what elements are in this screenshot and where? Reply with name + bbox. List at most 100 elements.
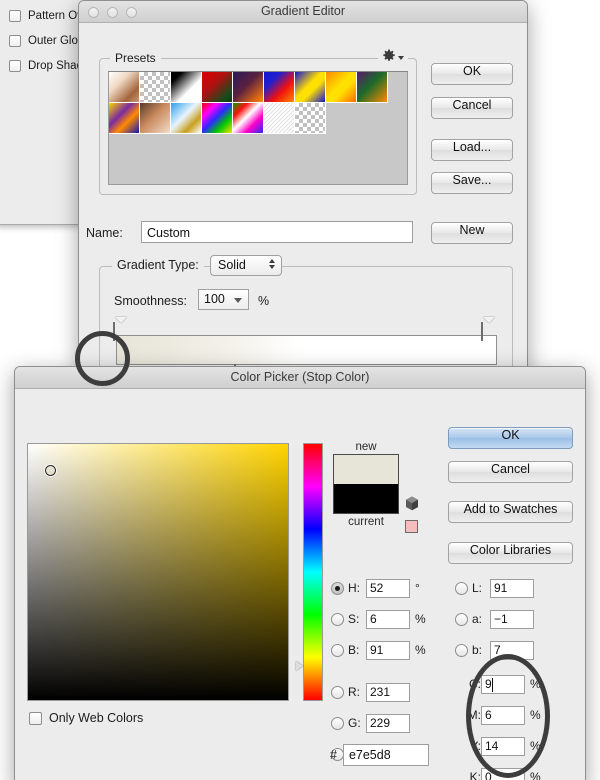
current-color-label: current: [348, 516, 384, 528]
hsb-label: B:: [348, 643, 360, 657]
preset-swatch-yellow-violet-orange-blue[interactable]: [109, 103, 140, 134]
rgb-input-g[interactable]: 229: [366, 713, 410, 733]
hsb-radio-h[interactable]: [331, 581, 344, 595]
rgb-row[interactable]: G: 229: [331, 712, 410, 734]
annotation-circle-cmyk: [466, 654, 550, 778]
rgb-radio-r[interactable]: [331, 685, 344, 699]
lab-radio-l[interactable]: [455, 581, 468, 595]
drop-shadow-checkbox[interactable]: [9, 59, 21, 72]
pattern-overlay-checkbox[interactable]: [9, 9, 21, 22]
new-color-swatch[interactable]: [334, 455, 398, 484]
gradient-type-select[interactable]: Solid: [210, 255, 282, 276]
cmyk-label: K:: [469, 770, 481, 780]
preset-swatch-violet-green-orange[interactable]: [357, 72, 388, 103]
color-picker-ok-button[interactable]: OK: [448, 427, 573, 449]
non-web-safe-swatch[interactable]: [405, 520, 418, 533]
presets-swatch-well[interactable]: [108, 71, 408, 185]
hsb-unit: %: [415, 643, 426, 657]
lab-input-a[interactable]: −1: [490, 609, 534, 629]
color-picker-cancel-button[interactable]: Cancel: [448, 461, 573, 483]
annotation-circle-color-stop: [75, 331, 130, 386]
preset-swatch-transparent-rainbow[interactable]: [233, 103, 264, 134]
cube-icon[interactable]: [405, 496, 419, 511]
only-web-colors-row[interactable]: Only Web Colors: [29, 711, 143, 725]
gradient-preview-bar[interactable]: [116, 335, 497, 365]
preset-swatch-blue-red-yellow[interactable]: [264, 72, 295, 103]
gradient-editor-body: Presets OK Cancel Load... Save... New Na…: [79, 23, 527, 374]
saturation-brightness-field[interactable]: [27, 443, 289, 701]
hex-input[interactable]: e7e5d8: [342, 744, 429, 766]
hsb-radio-s[interactable]: [331, 612, 344, 626]
hsb-row[interactable]: H: 52 °: [331, 577, 420, 599]
gradient-editor-window: Gradient Editor Presets OK Cancel Load..…: [78, 0, 528, 375]
hex-hash-label: #: [330, 748, 337, 762]
hsb-input-h[interactable]: 52: [366, 578, 410, 598]
name-label: Name:: [86, 226, 123, 240]
hsb-input-b[interactable]: 91: [366, 640, 410, 660]
preset-swatch-foreground-to-transparent[interactable]: [140, 72, 171, 103]
hsb-row[interactable]: B: 91%: [331, 639, 426, 661]
gradient-editor-new-button[interactable]: New: [431, 222, 513, 244]
hsb-radio-b[interactable]: [331, 643, 344, 657]
stepper-icon[interactable]: [269, 259, 275, 269]
lab-input-l[interactable]: 91: [490, 578, 534, 598]
rgb-input-r[interactable]: 231: [366, 682, 410, 702]
rgb-label: G:: [348, 716, 361, 730]
preset-swatch-copper[interactable]: [140, 103, 171, 134]
gradient-name-input[interactable]: Custom: [141, 221, 413, 243]
preset-swatch-red-green[interactable]: [202, 72, 233, 103]
hsb-row[interactable]: S: 6%: [331, 608, 426, 630]
gamut-warning-group[interactable]: [405, 496, 419, 533]
smoothness-label: Smoothness:: [114, 294, 187, 308]
rgb-radio-g[interactable]: [331, 716, 344, 730]
screen: Pattern Overlay Outer Glow Drop Shadow G…: [0, 0, 600, 780]
current-color-swatch[interactable]: [334, 484, 398, 513]
gradient-editor-ok-button[interactable]: OK: [431, 63, 513, 85]
hex-field-row[interactable]: # e7e5d8: [330, 744, 429, 766]
hsb-input-s[interactable]: 6: [366, 609, 410, 629]
outer-glow-checkbox[interactable]: [9, 34, 21, 47]
color-libraries-button[interactable]: Color Libraries: [448, 542, 573, 564]
only-web-colors-checkbox[interactable]: [29, 711, 42, 725]
lab-row[interactable]: a: −1: [455, 608, 534, 630]
gradient-editor-save-button[interactable]: Save...: [431, 172, 513, 194]
chevron-down-icon: [234, 298, 242, 303]
gradient-type-label: Gradient Type:: [112, 258, 204, 272]
gear-icon: [383, 49, 395, 61]
new-color-label: new: [355, 441, 377, 453]
preset-swatch-black-white[interactable]: [171, 72, 202, 103]
preset-swatch-chrome[interactable]: [171, 103, 202, 134]
hue-slider-marker-icon[interactable]: [296, 661, 303, 671]
rgb-row[interactable]: R: 231: [331, 681, 410, 703]
gradient-type-value: Solid: [218, 258, 246, 272]
sb-marker-icon[interactable]: [45, 465, 56, 476]
add-to-swatches-button[interactable]: Add to Swatches: [448, 501, 573, 523]
new-current-swatch[interactable]: [333, 454, 399, 514]
lab-label: b:: [472, 643, 483, 657]
preset-swatch-neutral-density[interactable]: [295, 103, 326, 134]
only-web-colors-label: Only Web Colors: [49, 711, 144, 725]
hsb-unit: °: [415, 581, 420, 595]
preset-swatch-spectrum[interactable]: [202, 103, 233, 134]
presets-label: Presets: [110, 51, 161, 65]
preset-swatch-transparent-stripes[interactable]: [264, 103, 295, 134]
preset-swatch-orange-yellow-orange[interactable]: [326, 72, 357, 103]
presets-grid: [109, 72, 407, 134]
lab-radio-b[interactable]: [455, 643, 468, 657]
lab-radio-a[interactable]: [455, 612, 468, 626]
gradient-editor-titlebar[interactable]: Gradient Editor: [79, 1, 527, 23]
lab-row[interactable]: L: 91: [455, 577, 534, 599]
hsb-unit: %: [415, 612, 426, 626]
opacity-stop[interactable]: [481, 317, 495, 341]
presets-menu-button[interactable]: [378, 49, 408, 63]
preset-swatch-violet-orange[interactable]: [233, 72, 264, 103]
gradient-editor-cancel-button[interactable]: Cancel: [431, 97, 513, 119]
smoothness-select[interactable]: 100: [198, 289, 249, 310]
gradient-type-group: Gradient Type: Solid Smoothness: 100 %: [99, 255, 513, 374]
presets-group: Presets: [99, 49, 417, 195]
hue-slider[interactable]: [303, 443, 323, 701]
preset-swatch-foreground-to-background[interactable]: [109, 72, 140, 103]
gradient-editor-load-button[interactable]: Load...: [431, 139, 513, 161]
preset-swatch-blue-yellow-blue[interactable]: [295, 72, 326, 103]
lab-label: L:: [472, 581, 483, 595]
